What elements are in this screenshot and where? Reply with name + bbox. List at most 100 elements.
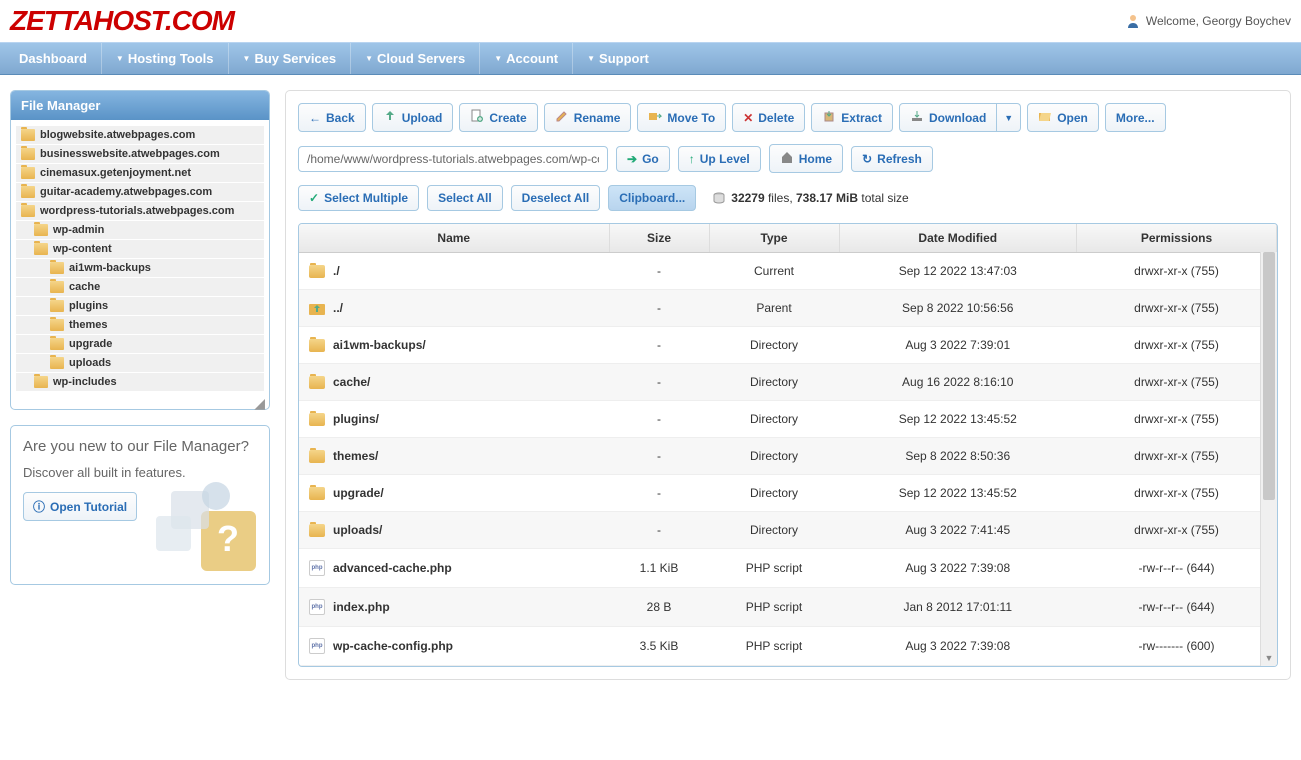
nav-label: Account [506, 51, 558, 66]
nav-buy-services[interactable]: ▼Buy Services [228, 43, 351, 74]
tree-label: plugins [69, 300, 108, 312]
logo[interactable]: ZETTAHOST.COM [10, 5, 234, 37]
folder-icon [34, 376, 48, 388]
upload-icon [383, 109, 397, 126]
tree-item[interactable]: plugins [16, 297, 264, 315]
cell-size: 28 B [609, 588, 709, 627]
table-row[interactable]: upgrade/-DirectorySep 12 2022 13:45:52dr… [299, 475, 1277, 512]
select-multiple-button[interactable]: ✓Select Multiple [298, 185, 419, 211]
file-name: ai1wm-backups/ [333, 338, 426, 352]
tree-item[interactable]: blogwebsite.atwebpages.com [16, 126, 264, 144]
nav-account[interactable]: ▼Account [479, 43, 572, 74]
tree-label: cinemasux.getenjoyment.net [40, 167, 191, 179]
cell-type: Parent [709, 290, 839, 327]
moveto-button[interactable]: Move To [637, 103, 726, 132]
tree-item[interactable]: guitar-academy.atwebpages.com [16, 183, 264, 201]
more-button[interactable]: More... [1105, 103, 1166, 132]
scrollbar-thumb[interactable] [1263, 252, 1275, 500]
tree-label: themes [69, 319, 108, 331]
col-size[interactable]: Size [609, 224, 709, 253]
folder-icon [309, 376, 325, 389]
col-name[interactable]: Name [299, 224, 609, 253]
deselect-all-button[interactable]: Deselect All [511, 185, 601, 211]
delete-button[interactable]: ✕Delete [732, 103, 805, 132]
home-button[interactable]: Home [769, 144, 843, 173]
cell-perm: drwxr-xr-x (755) [1077, 401, 1277, 438]
create-button[interactable]: Create [459, 103, 537, 132]
rename-icon [555, 109, 569, 126]
table-row[interactable]: phpwp-cache-config.php3.5 KiBPHP scriptA… [299, 627, 1277, 666]
nav-cloud-servers[interactable]: ▼Cloud Servers [350, 43, 479, 74]
tree-item[interactable]: uploads [16, 354, 264, 372]
tree-label: upgrade [69, 338, 112, 350]
tree-label: cache [69, 281, 100, 293]
table-row[interactable]: phpadvanced-cache.php1.1 KiBPHP scriptAu… [299, 549, 1277, 588]
folder-icon [34, 224, 48, 236]
download-button[interactable]: Download [899, 103, 997, 132]
file-name: ./ [333, 264, 340, 278]
select-all-button[interactable]: Select All [427, 185, 503, 211]
tree-item[interactable]: wp-admin [16, 221, 264, 239]
table-row[interactable]: plugins/-DirectorySep 12 2022 13:45:52dr… [299, 401, 1277, 438]
table-row[interactable]: uploads/-DirectoryAug 3 2022 7:41:45drwx… [299, 512, 1277, 549]
table-row[interactable]: ../-ParentSep 8 2022 10:56:56drwxr-xr-x … [299, 290, 1277, 327]
refresh-button[interactable]: ↻Refresh [851, 146, 933, 172]
cell-size: - [609, 364, 709, 401]
resize-handle[interactable]: ◢ [11, 397, 269, 409]
tree-item[interactable]: wp-includes [16, 373, 264, 391]
nav-support[interactable]: ▼Support [572, 43, 663, 74]
nav-label: Buy Services [254, 51, 336, 66]
col-permissions[interactable]: Permissions [1077, 224, 1277, 253]
tree-item[interactable]: ai1wm-backups [16, 259, 264, 277]
cell-perm: -rw------- (600) [1077, 627, 1277, 666]
tree-item[interactable]: cache [16, 278, 264, 296]
cell-perm: drwxr-xr-x (755) [1077, 512, 1277, 549]
nav-hosting-tools[interactable]: ▼Hosting Tools [101, 43, 228, 74]
cell-perm: -rw-r--r-- (644) [1077, 588, 1277, 627]
path-input[interactable] [298, 146, 608, 172]
col-type[interactable]: Type [709, 224, 839, 253]
extract-button[interactable]: Extract [811, 103, 893, 132]
file-table: Name Size Type Date Modified Permissions… [299, 224, 1277, 666]
scrollbar-down-icon[interactable]: ▼ [1261, 650, 1277, 666]
tree-item[interactable]: wp-content [16, 240, 264, 258]
tree-item[interactable]: wordpress-tutorials.atwebpages.com [16, 202, 264, 220]
cell-size: - [609, 438, 709, 475]
folder-icon [309, 524, 325, 537]
cell-modified: Sep 12 2022 13:45:52 [839, 475, 1077, 512]
cell-size: - [609, 327, 709, 364]
open-button[interactable]: Open [1027, 103, 1099, 132]
open-icon [1038, 109, 1052, 126]
cell-size: - [609, 475, 709, 512]
upload-button[interactable]: Upload [372, 103, 454, 132]
go-button[interactable]: ➔Go [616, 146, 670, 172]
table-row[interactable]: ai1wm-backups/-DirectoryAug 3 2022 7:39:… [299, 327, 1277, 364]
select-bar: ✓Select Multiple Select All Deselect All… [298, 185, 1278, 211]
tree-item[interactable]: cinemasux.getenjoyment.net [16, 164, 264, 182]
open-tutorial-button[interactable]: ⓘ Open Tutorial [23, 492, 137, 521]
moveto-icon [648, 109, 662, 126]
uplevel-button[interactable]: ↑Up Level [678, 146, 761, 172]
col-modified[interactable]: Date Modified [839, 224, 1077, 253]
folder-icon [21, 167, 35, 179]
back-button[interactable]: ←Back [298, 103, 366, 132]
rename-button[interactable]: Rename [544, 103, 632, 132]
nav-dashboard[interactable]: Dashboard [5, 43, 101, 74]
cell-type: Current [709, 253, 839, 290]
table-row[interactable]: themes/-DirectorySep 8 2022 8:50:36drwxr… [299, 438, 1277, 475]
download-dropdown[interactable]: ▼ [997, 103, 1021, 132]
tree-item[interactable]: businesswebsite.atwebpages.com [16, 145, 264, 163]
tutorial-title: Are you new to our File Manager? [23, 438, 257, 455]
clipboard-button[interactable]: Clipboard... [608, 185, 696, 211]
tree-item[interactable]: themes [16, 316, 264, 334]
table-row[interactable]: phpindex.php28 BPHP scriptJan 8 2012 17:… [299, 588, 1277, 627]
chevron-down-icon: ▼ [1004, 113, 1013, 123]
scrollbar[interactable]: ▼ [1260, 252, 1277, 666]
cell-modified: Sep 8 2022 10:56:56 [839, 290, 1077, 327]
cell-perm: drwxr-xr-x (755) [1077, 364, 1277, 401]
table-row[interactable]: cache/-DirectoryAug 16 2022 8:16:10drwxr… [299, 364, 1277, 401]
create-icon [470, 109, 484, 126]
tree-item[interactable]: upgrade [16, 335, 264, 353]
table-row[interactable]: ./-CurrentSep 12 2022 13:47:03drwxr-xr-x… [299, 253, 1277, 290]
folder-icon [34, 243, 48, 255]
